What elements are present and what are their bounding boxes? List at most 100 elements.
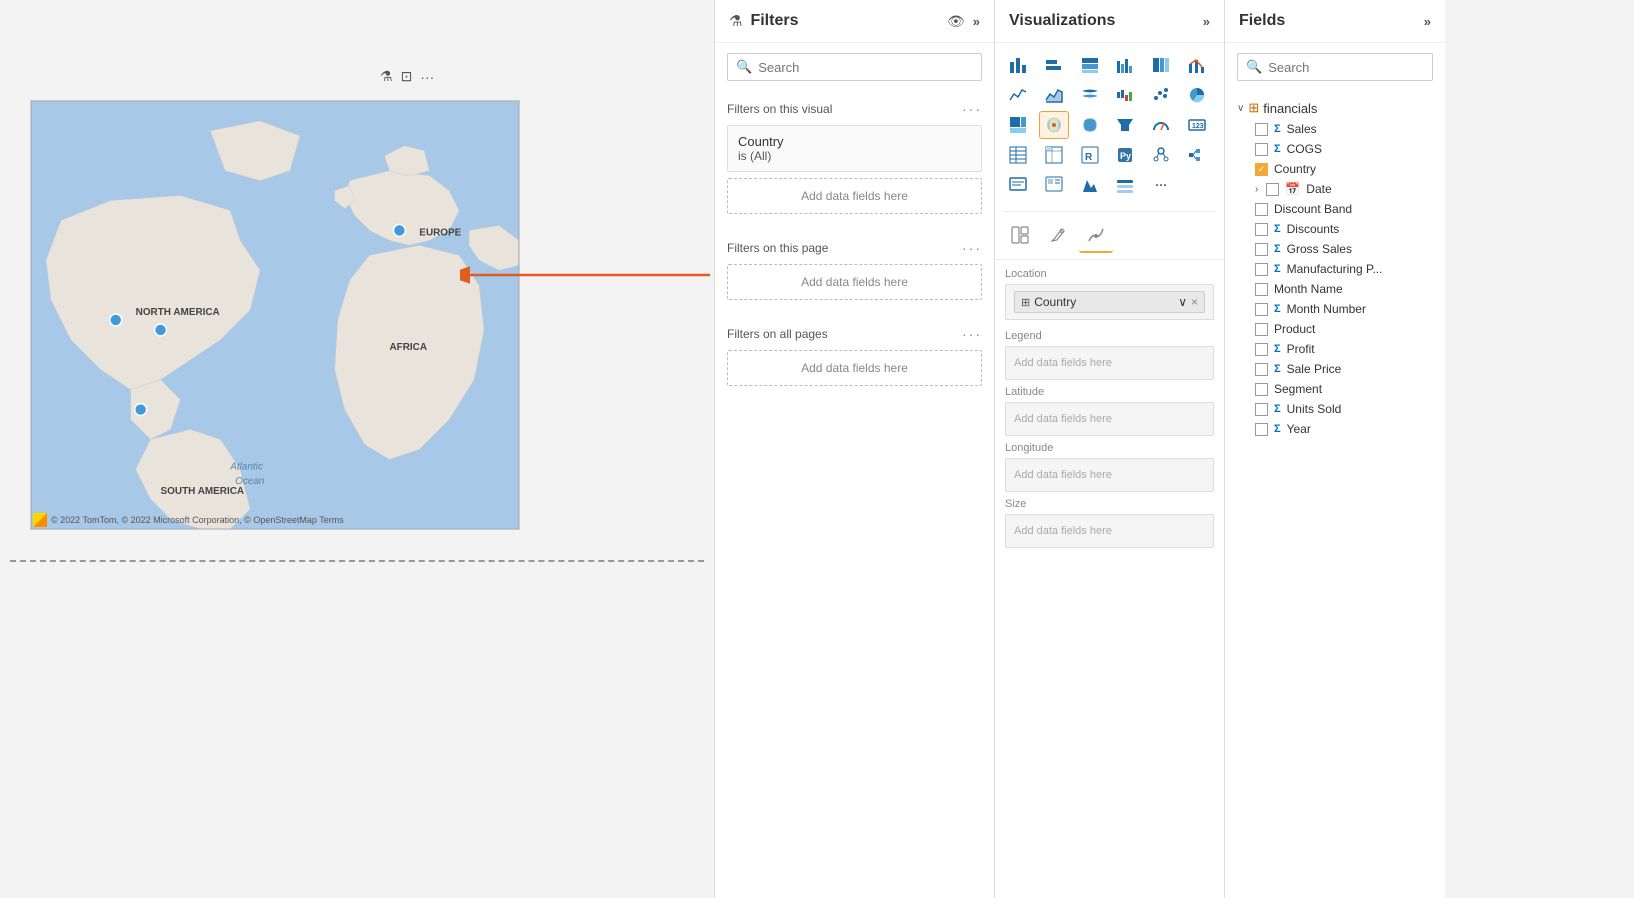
fields-item-cogs[interactable]: Σ COGS — [1235, 139, 1435, 159]
fields-checkbox-gross-sales[interactable] — [1255, 243, 1268, 256]
location-slot[interactable]: ⊞ Country ∨ × — [1005, 284, 1214, 320]
fields-checkbox-product[interactable] — [1255, 323, 1268, 336]
location-chevron-down[interactable]: ∨ — [1178, 295, 1187, 309]
filters-page-more[interactable]: ··· — [962, 240, 982, 256]
viz-tab-format[interactable] — [1041, 222, 1075, 253]
fields-search-icon: 🔍 — [1246, 59, 1262, 75]
viz-card[interactable]: 123 — [1182, 111, 1212, 139]
fields-checkbox-discount-band[interactable] — [1255, 203, 1268, 216]
filters-all-pages-add-field[interactable]: Add data fields here — [727, 350, 982, 386]
fields-item-product[interactable]: Product — [1235, 319, 1435, 339]
fields-expand-icon[interactable]: » — [1424, 14, 1431, 29]
fields-item-segment[interactable]: Segment — [1235, 379, 1435, 399]
fields-item-sales[interactable]: Σ Sales — [1235, 119, 1435, 139]
fields-checkbox-date[interactable] — [1266, 183, 1279, 196]
viz-filled-map[interactable] — [1075, 111, 1105, 139]
filters-search-box[interactable]: 🔍 — [727, 53, 982, 81]
viz-funnel[interactable] — [1110, 111, 1140, 139]
viz-scatter[interactable] — [1146, 81, 1176, 109]
viz-expand-icon[interactable]: » — [1203, 14, 1210, 29]
fields-checkbox-segment[interactable] — [1255, 383, 1268, 396]
fields-item-gross-sales[interactable]: Σ Gross Sales — [1235, 239, 1435, 259]
viz-r-visual[interactable]: R — [1075, 141, 1105, 169]
fields-checkbox-month-number[interactable] — [1255, 303, 1268, 316]
eye-icon[interactable]: 👁 — [947, 13, 965, 30]
date-chevron[interactable]: › — [1255, 184, 1258, 195]
viz-python[interactable]: Py — [1110, 141, 1140, 169]
filter-icon[interactable]: ⚗ — [380, 68, 393, 85]
visualizations-panel: Visualizations » 123 — [995, 0, 1225, 898]
viz-waterfall[interactable] — [1110, 81, 1140, 109]
size-slot[interactable]: Add data fields here — [1005, 514, 1214, 548]
bing-logo — [33, 513, 47, 527]
map-visual-container[interactable]: NORTH AMERICA EUROPE AFRICA SOUTH AMERIC… — [30, 100, 520, 530]
viz-more[interactable]: ··· — [1146, 171, 1176, 199]
fields-checkbox-discounts[interactable] — [1255, 223, 1268, 236]
fields-search-box[interactable]: 🔍 — [1237, 53, 1433, 81]
viz-tab-analytics[interactable] — [1079, 222, 1113, 253]
fields-checkbox-country[interactable]: ✓ — [1255, 163, 1268, 176]
longitude-slot[interactable]: Add data fields here — [1005, 458, 1214, 492]
fields-checkbox-manufacturing[interactable] — [1255, 263, 1268, 276]
fields-item-country[interactable]: ✓ Country — [1235, 159, 1435, 179]
focus-icon[interactable]: ⊡ — [401, 68, 413, 85]
fields-checkbox-sales[interactable] — [1255, 123, 1268, 136]
filters-search-input[interactable] — [758, 60, 973, 75]
fields-item-units-sold[interactable]: Σ Units Sold — [1235, 399, 1435, 419]
viz-table[interactable] — [1003, 141, 1033, 169]
fields-checkbox-sale-price[interactable] — [1255, 363, 1268, 376]
viz-100-stacked[interactable] — [1146, 51, 1176, 79]
filter-card-country[interactable]: Country is (All) — [727, 125, 982, 172]
fields-checkbox-units-sold[interactable] — [1255, 403, 1268, 416]
fields-item-sale-price[interactable]: Σ Sale Price — [1235, 359, 1435, 379]
fields-item-month-name[interactable]: Month Name — [1235, 279, 1435, 299]
viz-tab-build[interactable] — [1003, 222, 1037, 253]
fields-item-discount-band[interactable]: Discount Band — [1235, 199, 1435, 219]
location-value[interactable]: ⊞ Country ∨ × — [1014, 291, 1205, 313]
fields-search-input[interactable] — [1268, 60, 1424, 75]
filters-expand-icon[interactable]: » — [973, 14, 980, 29]
fields-checkbox-year[interactable] — [1255, 423, 1268, 436]
viz-area[interactable] — [1039, 81, 1069, 109]
viz-line-column[interactable] — [1182, 51, 1212, 79]
filters-visual-more[interactable]: ··· — [962, 101, 982, 117]
viz-stacked-bar[interactable] — [1075, 51, 1105, 79]
viz-treemap[interactable] — [1003, 111, 1033, 139]
viz-clustered[interactable] — [1110, 51, 1140, 79]
viz-bar-chart[interactable] — [1003, 51, 1033, 79]
viz-gauge[interactable] — [1146, 111, 1176, 139]
viz-separator — [1003, 211, 1216, 212]
fields-group-financials-header[interactable]: ∨ ⊞ financials — [1235, 97, 1435, 119]
viz-map[interactable] — [1039, 111, 1069, 139]
fields-checkbox-profit[interactable] — [1255, 343, 1268, 356]
viz-narrative[interactable] — [1003, 171, 1033, 199]
viz-pie[interactable] — [1182, 81, 1212, 109]
viz-decomp-tree[interactable] — [1182, 141, 1212, 169]
viz-slicer[interactable] — [1110, 171, 1140, 199]
legend-slot[interactable]: Add data fields here — [1005, 346, 1214, 380]
latitude-slot[interactable]: Add data fields here — [1005, 402, 1214, 436]
fields-item-date[interactable]: › 📅 Date — [1235, 179, 1435, 199]
fields-item-manufacturing[interactable]: Σ Manufacturing P... — [1235, 259, 1435, 279]
viz-ribbon[interactable] — [1075, 81, 1105, 109]
filters-visual-add-field[interactable]: Add data fields here — [727, 178, 982, 214]
fields-item-year[interactable]: Σ Year — [1235, 419, 1435, 439]
fields-checkbox-cogs[interactable] — [1255, 143, 1268, 156]
viz-smart-narrative[interactable] — [1039, 171, 1069, 199]
location-remove-icon[interactable]: × — [1191, 295, 1198, 309]
filters-page-add-field[interactable]: Add data fields here — [727, 264, 982, 300]
fields-item-month-number[interactable]: Σ Month Number — [1235, 299, 1435, 319]
viz-line[interactable] — [1003, 81, 1033, 109]
viz-azure-map[interactable] — [1075, 171, 1105, 199]
fields-item-discounts[interactable]: Σ Discounts — [1235, 219, 1435, 239]
fields-item-profit[interactable]: Σ Profit — [1235, 339, 1435, 359]
fields-checkbox-month-name[interactable] — [1255, 283, 1268, 296]
more-options-icon[interactable]: ··· — [420, 69, 434, 85]
viz-matrix[interactable] — [1039, 141, 1069, 169]
svg-text:AFRICA: AFRICA — [389, 342, 427, 353]
svg-text:SOUTH AMERICA: SOUTH AMERICA — [161, 486, 245, 497]
map-footer: © 2022 TomTom, © 2022 Microsoft Corporat… — [33, 513, 344, 527]
viz-column-chart[interactable] — [1039, 51, 1069, 79]
viz-key-influencers[interactable] — [1146, 141, 1176, 169]
filters-all-pages-more[interactable]: ··· — [962, 326, 982, 342]
